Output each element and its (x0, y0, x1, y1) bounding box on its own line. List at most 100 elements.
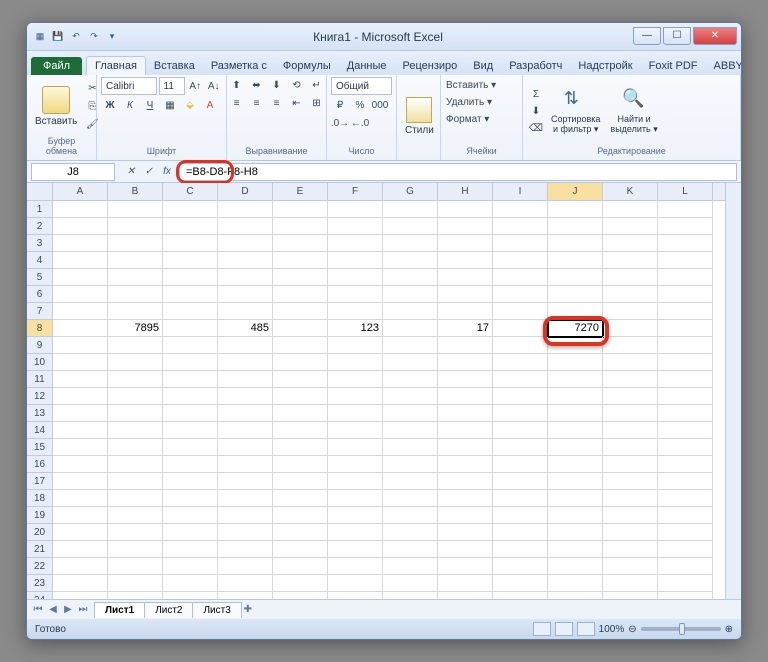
cell-L15[interactable] (658, 439, 713, 456)
cell-J20[interactable] (548, 524, 603, 541)
cell-I12[interactable] (493, 388, 548, 405)
cell-H1[interactable] (438, 201, 493, 218)
indent-dec-icon[interactable]: ⇤ (288, 95, 306, 111)
cell-I3[interactable] (493, 235, 548, 252)
sheet-tab-1[interactable]: Лист1 (94, 602, 145, 618)
cell-E11[interactable] (273, 371, 328, 388)
cell-E13[interactable] (273, 405, 328, 422)
cell-E16[interactable] (273, 456, 328, 473)
row-header-23[interactable]: 23 (27, 575, 52, 592)
decrease-font-icon[interactable]: A↓ (205, 78, 222, 94)
cell-C12[interactable] (163, 388, 218, 405)
cell-L14[interactable] (658, 422, 713, 439)
cell-J7[interactable] (548, 303, 603, 320)
row-header-12[interactable]: 12 (27, 388, 52, 405)
cell-F14[interactable] (328, 422, 383, 439)
cell-C1[interactable] (163, 201, 218, 218)
cell-G4[interactable] (383, 252, 438, 269)
cell-I24[interactable] (493, 592, 548, 599)
align-top-icon[interactable]: ⬆ (228, 77, 246, 93)
cell-C2[interactable] (163, 218, 218, 235)
cell-H3[interactable] (438, 235, 493, 252)
tab-data[interactable]: Данные (339, 57, 395, 75)
cell-B10[interactable] (108, 354, 163, 371)
align-right-icon[interactable]: ≡ (268, 95, 286, 111)
cell-K24[interactable] (603, 592, 658, 599)
cell-C11[interactable] (163, 371, 218, 388)
fill-color-icon[interactable]: ⬙ (181, 97, 199, 113)
cell-B5[interactable] (108, 269, 163, 286)
sort-filter-button[interactable]: ⇅ Сортировка и фильтр ▾ (547, 86, 604, 137)
cell-I18[interactable] (493, 490, 548, 507)
cell-K3[interactable] (603, 235, 658, 252)
cell-K23[interactable] (603, 575, 658, 592)
styles-button[interactable]: Стили (401, 95, 438, 138)
cell-L6[interactable] (658, 286, 713, 303)
cell-H19[interactable] (438, 507, 493, 524)
cell-L16[interactable] (658, 456, 713, 473)
tab-view[interactable]: Вид (465, 57, 501, 75)
cell-B19[interactable] (108, 507, 163, 524)
cell-A14[interactable] (53, 422, 108, 439)
inc-decimal-icon[interactable]: .0→ (331, 115, 349, 131)
cell-B17[interactable] (108, 473, 163, 490)
cell-H14[interactable] (438, 422, 493, 439)
cell-K7[interactable] (603, 303, 658, 320)
align-left-icon[interactable]: ≡ (228, 95, 246, 111)
cell-D23[interactable] (218, 575, 273, 592)
minimize-button[interactable]: — (633, 27, 661, 45)
cell-D22[interactable] (218, 558, 273, 575)
cell-I10[interactable] (493, 354, 548, 371)
cell-E4[interactable] (273, 252, 328, 269)
cell-K4[interactable] (603, 252, 658, 269)
cell-L4[interactable] (658, 252, 713, 269)
cell-E18[interactable] (273, 490, 328, 507)
cell-F1[interactable] (328, 201, 383, 218)
cell-C4[interactable] (163, 252, 218, 269)
cell-J24[interactable] (548, 592, 603, 599)
row-header-2[interactable]: 2 (27, 218, 52, 235)
cell-H4[interactable] (438, 252, 493, 269)
align-middle-icon[interactable]: ⬌ (248, 77, 266, 93)
cell-J4[interactable] (548, 252, 603, 269)
cell-F20[interactable] (328, 524, 383, 541)
cell-L10[interactable] (658, 354, 713, 371)
cell-G23[interactable] (383, 575, 438, 592)
cell-L22[interactable] (658, 558, 713, 575)
cell-L5[interactable] (658, 269, 713, 286)
cell-D6[interactable] (218, 286, 273, 303)
cell-F18[interactable] (328, 490, 383, 507)
qat-more-icon[interactable]: ▾ (105, 30, 119, 44)
cell-A6[interactable] (53, 286, 108, 303)
cell-E10[interactable] (273, 354, 328, 371)
cell-G1[interactable] (383, 201, 438, 218)
cell-L13[interactable] (658, 405, 713, 422)
view-normal-icon[interactable] (533, 622, 551, 636)
cell-K10[interactable] (603, 354, 658, 371)
redo-icon[interactable]: ↷ (87, 30, 101, 44)
tab-foxit[interactable]: Foxit PDF (641, 57, 706, 75)
cell-H23[interactable] (438, 575, 493, 592)
view-pagebreak-icon[interactable] (577, 622, 595, 636)
cell-K15[interactable] (603, 439, 658, 456)
row-header-10[interactable]: 10 (27, 354, 52, 371)
cell-I23[interactable] (493, 575, 548, 592)
cell-I5[interactable] (493, 269, 548, 286)
cell-E22[interactable] (273, 558, 328, 575)
cell-G21[interactable] (383, 541, 438, 558)
cell-D7[interactable] (218, 303, 273, 320)
cell-F10[interactable] (328, 354, 383, 371)
cell-F19[interactable] (328, 507, 383, 524)
row-header-15[interactable]: 15 (27, 439, 52, 456)
increase-font-icon[interactable]: A↑ (187, 78, 204, 94)
cell-G24[interactable] (383, 592, 438, 599)
cell-J19[interactable] (548, 507, 603, 524)
cell-E2[interactable] (273, 218, 328, 235)
cell-L19[interactable] (658, 507, 713, 524)
cell-L18[interactable] (658, 490, 713, 507)
cell-H11[interactable] (438, 371, 493, 388)
cell-A23[interactable] (53, 575, 108, 592)
cell-H6[interactable] (438, 286, 493, 303)
cell-G7[interactable] (383, 303, 438, 320)
cell-J22[interactable] (548, 558, 603, 575)
